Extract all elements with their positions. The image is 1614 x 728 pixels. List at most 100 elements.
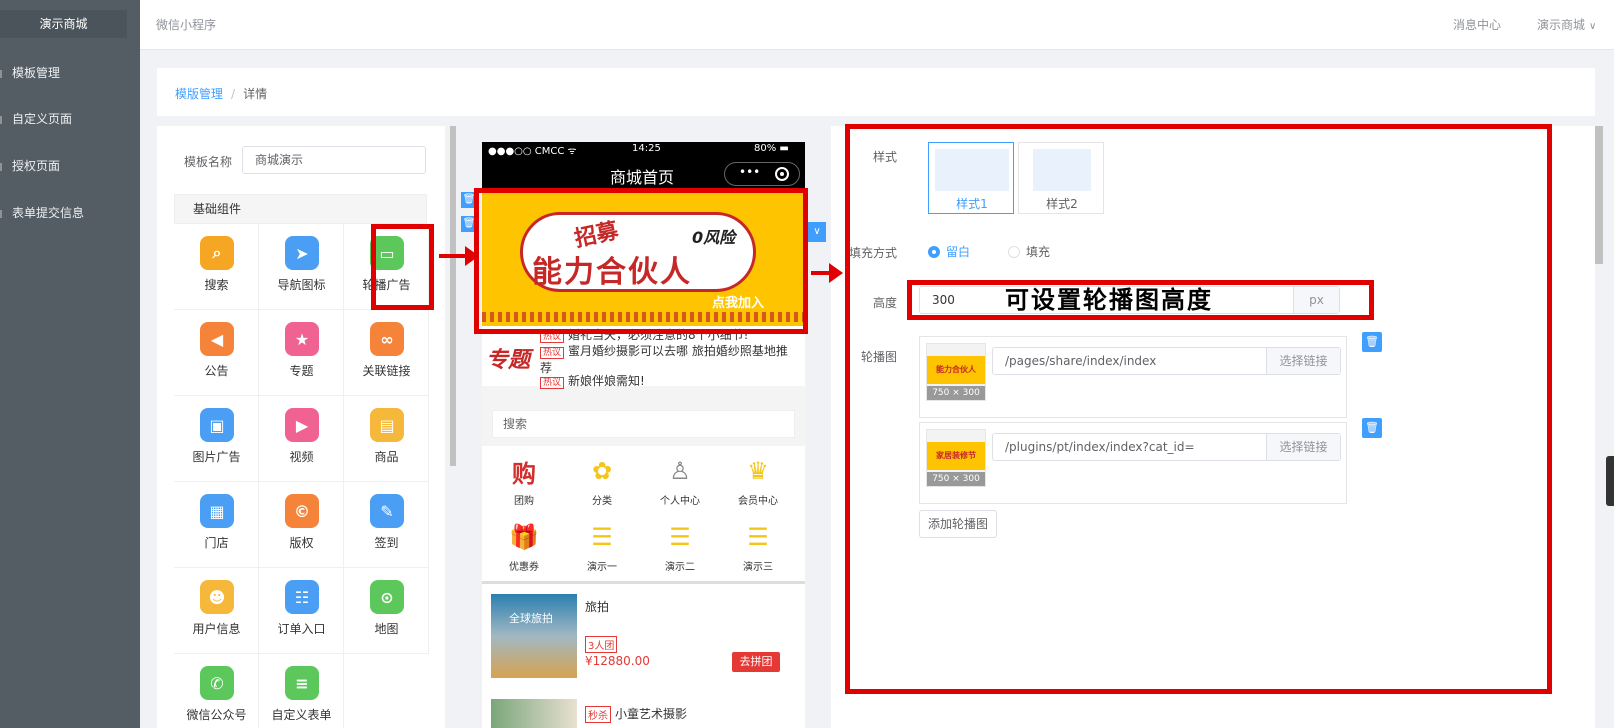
phone-nav-icons: 购团购 ✿ 分类 ♙ 个人中心 ♛ 会员中心 🎁 优惠券 ☰ 演示一 ☰ 演示二 ☰ 演示三: [482, 446, 805, 584]
navigation-icon: ➤: [285, 236, 319, 270]
brand-logo[interactable]: 演示商城: [0, 10, 127, 38]
phone-nav-item[interactable]: ♙ 个人中心: [640, 452, 720, 507]
component-pencil[interactable]: ✎ 签到: [344, 482, 429, 568]
battery-indicator: 80% ▬: [754, 143, 789, 154]
component-form[interactable]: ≡ 自定义表单: [259, 654, 344, 728]
join-group-button[interactable]: 去拼团: [732, 652, 780, 672]
component-user-info[interactable]: ☻ 用户信息: [174, 568, 259, 654]
component-search[interactable]: ⌕ 搜索: [174, 224, 259, 310]
product-image[interactable]: [491, 699, 577, 728]
component-copyright[interactable]: © 版权: [259, 482, 344, 568]
template-name-input[interactable]: 商城演示: [242, 146, 426, 174]
user-name: 演示商城: [1537, 18, 1586, 32]
component-label: 搜索: [204, 278, 229, 292]
topic-title: 新娘伴娘需知!: [568, 374, 645, 388]
top-header: 微信小程序 消息中心 演示商城 ∨: [140, 0, 1614, 50]
phone-nav-item[interactable]: ☰ 演示二: [640, 518, 720, 573]
map-pin-icon: ⊙: [370, 580, 404, 614]
sidebar-item-template-management[interactable]: 模板管理: [0, 58, 140, 88]
hot-badge: 热议: [540, 377, 565, 389]
phone-nav-item[interactable]: ☰ 演示三: [718, 518, 798, 573]
component-store[interactable]: ▦ 门店: [174, 482, 259, 568]
component-map-pin[interactable]: ⊙ 地图: [344, 568, 429, 654]
product-image[interactable]: 全球旅拍: [491, 594, 577, 678]
group-buy-icon: 购: [512, 459, 536, 488]
phone-nav-label: 分类: [592, 496, 612, 507]
topic-block[interactable]: 专题 热议 婚礼当天，必须注意的8个小细节! 热议 蜜月婚纱摄影可以去哪 旅拍婚纱照…: [482, 326, 805, 389]
component-label: 自定义表单: [271, 708, 332, 722]
wechat-icon: ✆: [200, 666, 234, 700]
breadcrumb: 模版管理 / 详情: [175, 85, 267, 102]
settings-panel-scrollbar[interactable]: [1595, 126, 1603, 264]
category-icon: ✿: [591, 457, 613, 485]
breadcrumb-card: 模版管理 / 详情: [157, 68, 1595, 116]
component-label: 签到: [374, 536, 399, 550]
edge-handle[interactable]: [1606, 456, 1614, 506]
pencil-icon: ✎: [370, 494, 404, 528]
user-info-icon: ☻: [200, 580, 234, 614]
close-circle-icon[interactable]: [775, 167, 789, 181]
shopping-bag-icon: ▤: [370, 408, 404, 442]
component-label: 门店: [204, 536, 229, 550]
phone-search-bar[interactable]: 搜索: [492, 410, 795, 438]
component-video[interactable]: ▶ 视频: [259, 396, 344, 482]
product-list: 全球旅拍 旅拍 3人团 ¥12880.00 去拼团 秒杀 小童艺术摄影: [482, 584, 805, 728]
phone-nav-label: 个人中心: [660, 496, 700, 507]
phone-nav-label: 演示三: [743, 562, 773, 573]
hot-badge: 热议: [540, 347, 565, 359]
topic-logo: 专题: [486, 348, 531, 373]
phone-nav-label: 团购: [514, 496, 534, 507]
phone-page-title: 商城首页: [610, 168, 675, 187]
component-link[interactable]: ∞ 关联链接: [344, 310, 429, 396]
component-image[interactable]: ▣ 图片广告: [174, 396, 259, 482]
topic-icon: ★: [285, 322, 319, 356]
component-label: 专题: [289, 364, 314, 378]
flash-sale-badge: 秒杀: [585, 706, 611, 723]
phone-nav-item[interactable]: 购团购: [484, 452, 564, 508]
more-dots-icon[interactable]: •••: [739, 165, 760, 179]
basic-components-header: 基础组件: [174, 194, 427, 224]
component-order[interactable]: ☷ 订单入口: [259, 568, 344, 654]
breadcrumb-root-link[interactable]: 模版管理: [175, 87, 223, 101]
sidebar-item-custom-pages[interactable]: 自定义页面: [0, 104, 140, 134]
phone-nav-label: 演示二: [665, 562, 695, 573]
highlight-banner-preview: [474, 188, 808, 334]
chevron-down-icon[interactable]: ∨: [808, 222, 826, 242]
component-topic[interactable]: ★ 专题: [259, 310, 344, 396]
store-icon: ▦: [200, 494, 234, 528]
component-shopping-bag[interactable]: ▤ 商品: [344, 396, 429, 482]
app-title: 微信小程序: [156, 18, 217, 32]
user-menu[interactable]: 演示商城 ∨: [1537, 16, 1596, 33]
search-icon: ⌕: [200, 236, 234, 270]
user-icon: ♙: [669, 457, 691, 485]
product-name: 旅拍: [585, 600, 610, 614]
status-time: 14:25: [632, 143, 661, 154]
component-label: 版权: [289, 536, 314, 550]
component-megaphone[interactable]: ◀ 公告: [174, 310, 259, 396]
highlight-height-field: [907, 280, 1374, 320]
sidebar-item-form-submissions[interactable]: 表单提交信息: [0, 198, 140, 228]
phone-nav-item[interactable]: ✿ 分类: [562, 452, 642, 507]
phone-nav-item[interactable]: ♛ 会员中心: [718, 452, 798, 507]
component-label: 图片广告: [192, 450, 241, 464]
breadcrumb-separator: /: [231, 87, 236, 101]
list-icon: ☰: [669, 523, 691, 551]
sidebar-item-auth-pages[interactable]: 授权页面: [0, 151, 140, 181]
highlight-carousel-component: [371, 224, 434, 310]
component-label: 商品: [374, 450, 399, 464]
sidebar: 演示商城 模板管理 自定义页面 授权页面 表单提交信息: [0, 0, 140, 728]
annotation-arrow: [439, 246, 479, 266]
component-wechat[interactable]: ✆ 微信公众号: [174, 654, 259, 728]
message-center-link[interactable]: 消息中心: [1453, 16, 1501, 33]
component-label: 导航图标: [277, 278, 326, 292]
gift-icon: 🎁: [509, 523, 539, 551]
component-panel-scrollbar[interactable]: [450, 126, 456, 466]
miniprogram-capsule[interactable]: •••: [724, 162, 800, 186]
component-label: 用户信息: [192, 622, 241, 636]
group-size-badge: 3人团: [585, 636, 618, 653]
phone-nav-item[interactable]: 🎁 优惠券: [484, 518, 564, 573]
phone-nav-item[interactable]: ☰ 演示一: [562, 518, 642, 573]
topic-row[interactable]: 热议 蜜月婚纱摄影可以去哪 旅拍婚纱照基地推荐: [540, 342, 790, 376]
component-navigation[interactable]: ➤ 导航图标: [259, 224, 344, 310]
topic-row[interactable]: 热议 新娘伴娘需知!: [540, 372, 645, 389]
